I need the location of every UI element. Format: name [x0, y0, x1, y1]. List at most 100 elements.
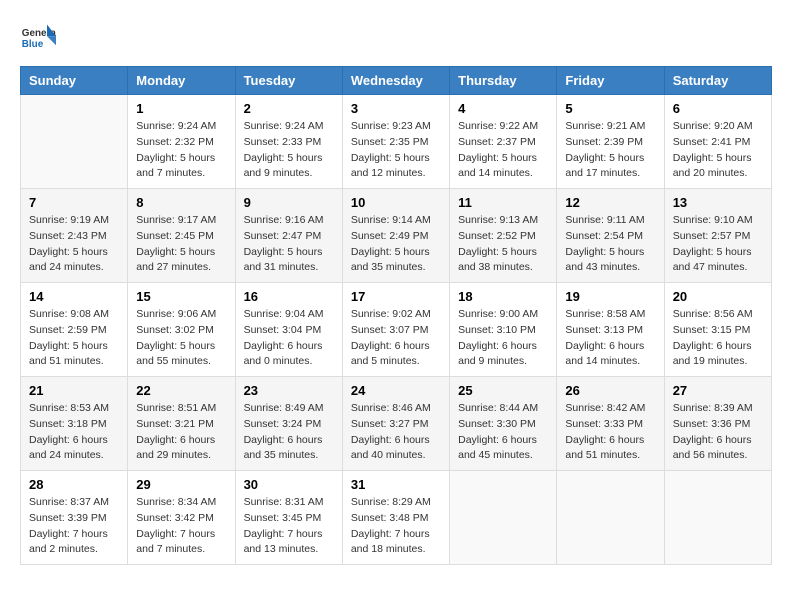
calendar-cell: 2 Sunrise: 9:24 AMSunset: 2:33 PMDaylight…	[235, 95, 342, 189]
calendar-cell: 4 Sunrise: 9:22 AMSunset: 2:37 PMDaylight…	[450, 95, 557, 189]
calendar-cell: 3Sunrise: 9:23 AMSunset: 2:35 PMDaylight…	[342, 95, 449, 189]
day-info: Sunrise: 9:24 AMSunset: 2:32 PMDaylight:…	[136, 119, 226, 182]
logo-icon: General Blue	[20, 20, 56, 56]
calendar-cell: 25 Sunrise: 8:44 AMSunset: 3:30 PMDayligh…	[450, 377, 557, 471]
calendar-cell: 28 Sunrise: 8:37 AMSunset: 3:39 PMDayligh…	[21, 471, 128, 565]
day-info: Sunrise: 9:23 AMSunset: 2:35 PMDaylight:…	[351, 119, 441, 182]
day-info: Sunrise: 8:31 AMSunset: 3:45 PMDaylight:…	[244, 495, 334, 558]
day-number: 20	[673, 289, 763, 304]
day-info: Sunrise: 8:39 AMSunset: 3:36 PMDaylight:…	[673, 401, 763, 464]
calendar-cell: 21 Sunrise: 8:53 AMSunset: 3:18 PMDayligh…	[21, 377, 128, 471]
day-info: Sunrise: 8:42 AMSunset: 3:33 PMDaylight:…	[565, 401, 655, 464]
day-info: Sunrise: 9:19 AMSunset: 2:43 PMDaylight:…	[29, 213, 119, 276]
day-info: Sunrise: 8:46 AMSunset: 3:27 PMDaylight:…	[351, 401, 441, 464]
day-number: 21	[29, 383, 119, 398]
calendar-cell: 13 Sunrise: 9:10 AMSunset: 2:57 PMDayligh…	[664, 189, 771, 283]
day-number: 5	[565, 101, 655, 116]
calendar-cell	[664, 471, 771, 565]
calendar-cell: 8 Sunrise: 9:17 AMSunset: 2:45 PMDaylight…	[128, 189, 235, 283]
day-info: Sunrise: 8:58 AMSunset: 3:13 PMDaylight:…	[565, 307, 655, 370]
calendar-week-row: 1 Sunrise: 9:24 AMSunset: 2:32 PMDaylight…	[21, 95, 772, 189]
calendar-cell	[450, 471, 557, 565]
day-number: 4	[458, 101, 548, 116]
calendar-cell: 12Sunrise: 9:11 AMSunset: 2:54 PMDayligh…	[557, 189, 664, 283]
day-info: Sunrise: 9:02 AMSunset: 3:07 PMDaylight:…	[351, 307, 441, 370]
day-info: Sunrise: 8:29 AMSunset: 3:48 PMDaylight:…	[351, 495, 441, 558]
calendar-cell: 26Sunrise: 8:42 AMSunset: 3:33 PMDayligh…	[557, 377, 664, 471]
day-info: Sunrise: 9:00 AMSunset: 3:10 PMDaylight:…	[458, 307, 548, 370]
day-number: 24	[351, 383, 441, 398]
calendar-cell: 1 Sunrise: 9:24 AMSunset: 2:32 PMDaylight…	[128, 95, 235, 189]
day-info: Sunrise: 9:22 AMSunset: 2:37 PMDaylight:…	[458, 119, 548, 182]
calendar-cell: 11 Sunrise: 9:13 AMSunset: 2:52 PMDayligh…	[450, 189, 557, 283]
day-number: 12	[565, 195, 655, 210]
calendar-cell: 15 Sunrise: 9:06 AMSunset: 3:02 PMDayligh…	[128, 283, 235, 377]
calendar-cell	[557, 471, 664, 565]
weekday-header-row: SundayMondayTuesdayWednesdayThursdayFrid…	[21, 67, 772, 95]
day-number: 17	[351, 289, 441, 304]
calendar-cell: 23 Sunrise: 8:49 AMSunset: 3:24 PMDayligh…	[235, 377, 342, 471]
calendar-week-row: 7 Sunrise: 9:19 AMSunset: 2:43 PMDaylight…	[21, 189, 772, 283]
day-info: Sunrise: 8:53 AMSunset: 3:18 PMDaylight:…	[29, 401, 119, 464]
day-info: Sunrise: 9:06 AMSunset: 3:02 PMDaylight:…	[136, 307, 226, 370]
day-number: 7	[29, 195, 119, 210]
calendar-cell: 9 Sunrise: 9:16 AMSunset: 2:47 PMDaylight…	[235, 189, 342, 283]
weekday-header-friday: Friday	[557, 67, 664, 95]
day-info: Sunrise: 9:17 AMSunset: 2:45 PMDaylight:…	[136, 213, 226, 276]
day-number: 13	[673, 195, 763, 210]
calendar-cell: 20 Sunrise: 8:56 AMSunset: 3:15 PMDayligh…	[664, 283, 771, 377]
calendar-cell: 6Sunrise: 9:20 AMSunset: 2:41 PMDaylight…	[664, 95, 771, 189]
calendar-cell: 19 Sunrise: 8:58 AMSunset: 3:13 PMDayligh…	[557, 283, 664, 377]
svg-text:Blue: Blue	[22, 39, 44, 50]
calendar-table: SundayMondayTuesdayWednesdayThursdayFrid…	[20, 66, 772, 565]
day-number: 30	[244, 477, 334, 492]
day-info: Sunrise: 8:49 AMSunset: 3:24 PMDaylight:…	[244, 401, 334, 464]
day-number: 23	[244, 383, 334, 398]
calendar-cell: 17 Sunrise: 9:02 AMSunset: 3:07 PMDayligh…	[342, 283, 449, 377]
day-number: 1	[136, 101, 226, 116]
weekday-header-sunday: Sunday	[21, 67, 128, 95]
day-info: Sunrise: 8:56 AMSunset: 3:15 PMDaylight:…	[673, 307, 763, 370]
day-info: Sunrise: 9:08 AMSunset: 2:59 PMDaylight:…	[29, 307, 119, 370]
day-number: 11	[458, 195, 548, 210]
calendar-cell: 7 Sunrise: 9:19 AMSunset: 2:43 PMDaylight…	[21, 189, 128, 283]
calendar-cell: 22 Sunrise: 8:51 AMSunset: 3:21 PMDayligh…	[128, 377, 235, 471]
day-number: 27	[673, 383, 763, 398]
day-info: Sunrise: 9:13 AMSunset: 2:52 PMDaylight:…	[458, 213, 548, 276]
day-info: Sunrise: 9:10 AMSunset: 2:57 PMDaylight:…	[673, 213, 763, 276]
weekday-header-saturday: Saturday	[664, 67, 771, 95]
calendar-cell: 24 Sunrise: 8:46 AMSunset: 3:27 PMDayligh…	[342, 377, 449, 471]
day-info: Sunrise: 9:21 AMSunset: 2:39 PMDaylight:…	[565, 119, 655, 182]
logo: General Blue	[20, 20, 60, 56]
calendar-cell: 10Sunrise: 9:14 AMSunset: 2:49 PMDayligh…	[342, 189, 449, 283]
calendar-week-row: 21 Sunrise: 8:53 AMSunset: 3:18 PMDayligh…	[21, 377, 772, 471]
day-number: 16	[244, 289, 334, 304]
day-number: 2	[244, 101, 334, 116]
day-number: 22	[136, 383, 226, 398]
day-number: 15	[136, 289, 226, 304]
day-number: 25	[458, 383, 548, 398]
day-number: 19	[565, 289, 655, 304]
calendar-cell: 31 Sunrise: 8:29 AMSunset: 3:48 PMDayligh…	[342, 471, 449, 565]
day-number: 18	[458, 289, 548, 304]
calendar-cell: 14Sunrise: 9:08 AMSunset: 2:59 PMDayligh…	[21, 283, 128, 377]
weekday-header-wednesday: Wednesday	[342, 67, 449, 95]
day-info: Sunrise: 9:04 AMSunset: 3:04 PMDaylight:…	[244, 307, 334, 370]
day-number: 28	[29, 477, 119, 492]
weekday-header-tuesday: Tuesday	[235, 67, 342, 95]
day-info: Sunrise: 8:34 AMSunset: 3:42 PMDaylight:…	[136, 495, 226, 558]
day-info: Sunrise: 8:44 AMSunset: 3:30 PMDaylight:…	[458, 401, 548, 464]
day-info: Sunrise: 8:51 AMSunset: 3:21 PMDaylight:…	[136, 401, 226, 464]
day-number: 31	[351, 477, 441, 492]
weekday-header-thursday: Thursday	[450, 67, 557, 95]
day-number: 9	[244, 195, 334, 210]
day-info: Sunrise: 9:24 AMSunset: 2:33 PMDaylight:…	[244, 119, 334, 182]
weekday-header-monday: Monday	[128, 67, 235, 95]
calendar-cell: 18 Sunrise: 9:00 AMSunset: 3:10 PMDayligh…	[450, 283, 557, 377]
day-number: 6	[673, 101, 763, 116]
day-info: Sunrise: 9:16 AMSunset: 2:47 PMDaylight:…	[244, 213, 334, 276]
calendar-cell: 29Sunrise: 8:34 AMSunset: 3:42 PMDayligh…	[128, 471, 235, 565]
calendar-cell: 30 Sunrise: 8:31 AMSunset: 3:45 PMDayligh…	[235, 471, 342, 565]
day-number: 8	[136, 195, 226, 210]
day-info: Sunrise: 8:37 AMSunset: 3:39 PMDaylight:…	[29, 495, 119, 558]
